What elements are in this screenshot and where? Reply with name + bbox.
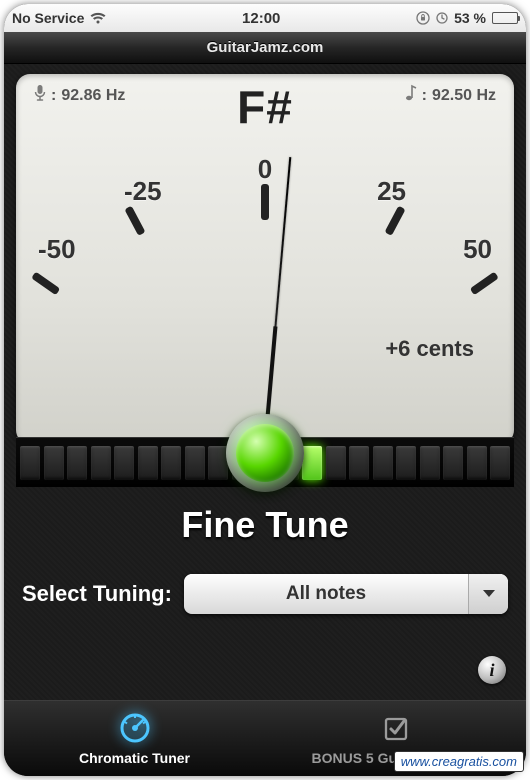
- tab-label: Chromatic Tuner: [79, 750, 190, 766]
- led: [67, 446, 87, 480]
- led: [396, 446, 416, 480]
- tick-mark: [31, 272, 60, 296]
- fine-tune-label: Fine Tune: [4, 504, 526, 546]
- scale-label: 0: [16, 154, 514, 185]
- led: [114, 446, 134, 480]
- led: [349, 446, 369, 480]
- led: [467, 446, 487, 480]
- watermark: www.creagratis.com: [394, 751, 524, 772]
- led: [138, 446, 158, 480]
- led: [443, 446, 463, 480]
- battery-pct-text: 53 %: [454, 10, 486, 26]
- led: [326, 446, 346, 480]
- tick-mark: [384, 206, 405, 236]
- chevron-down-icon: [468, 574, 508, 614]
- scale-label: 50: [463, 234, 492, 265]
- orientation-lock-icon: [416, 11, 430, 25]
- battery-icon: [492, 12, 518, 24]
- alarm-icon: [436, 12, 448, 24]
- led: [420, 446, 440, 480]
- led: [161, 446, 181, 480]
- select-tuning-label: Select Tuning:: [22, 581, 172, 607]
- led: [20, 446, 40, 480]
- led-lit: [302, 446, 322, 480]
- tuner-meter: : 92.86 Hz : 92.50 Hz F#: [16, 74, 514, 444]
- nav-title: GuitarJamz.com: [207, 39, 324, 56]
- tab-chromatic-tuner[interactable]: Chromatic Tuner: [4, 701, 265, 776]
- carrier-text: No Service: [12, 10, 84, 26]
- detected-note: F#: [16, 80, 514, 134]
- clock-text: 12:00: [242, 10, 280, 27]
- wifi-icon: [90, 12, 106, 24]
- info-button[interactable]: i: [478, 656, 506, 684]
- tuning-dropdown-value: All notes: [184, 574, 468, 614]
- tick-mark: [261, 184, 269, 220]
- led: [185, 446, 205, 480]
- cents-readout: +6 cents: [385, 336, 474, 362]
- dial: -50 -25 0 25 50 +6 cents: [16, 134, 514, 434]
- nav-bar: GuitarJamz.com: [4, 32, 526, 64]
- led: [44, 446, 64, 480]
- app-body: : 92.86 Hz : 92.50 Hz F#: [4, 64, 526, 700]
- status-bar: No Service 12:00 53 %: [4, 4, 526, 32]
- center-indicator: [226, 414, 304, 492]
- tuning-row: Select Tuning: All notes: [22, 574, 508, 614]
- led: [373, 446, 393, 480]
- tick-mark: [124, 206, 145, 236]
- tick-mark: [470, 272, 499, 296]
- scale-label: 25: [377, 176, 406, 207]
- led: [208, 446, 228, 480]
- gauge-icon: [118, 711, 152, 745]
- checklist-icon: [379, 711, 413, 745]
- led: [490, 446, 510, 480]
- scale-label: -50: [38, 234, 76, 265]
- led: [91, 446, 111, 480]
- tuning-dropdown[interactable]: All notes: [184, 574, 508, 614]
